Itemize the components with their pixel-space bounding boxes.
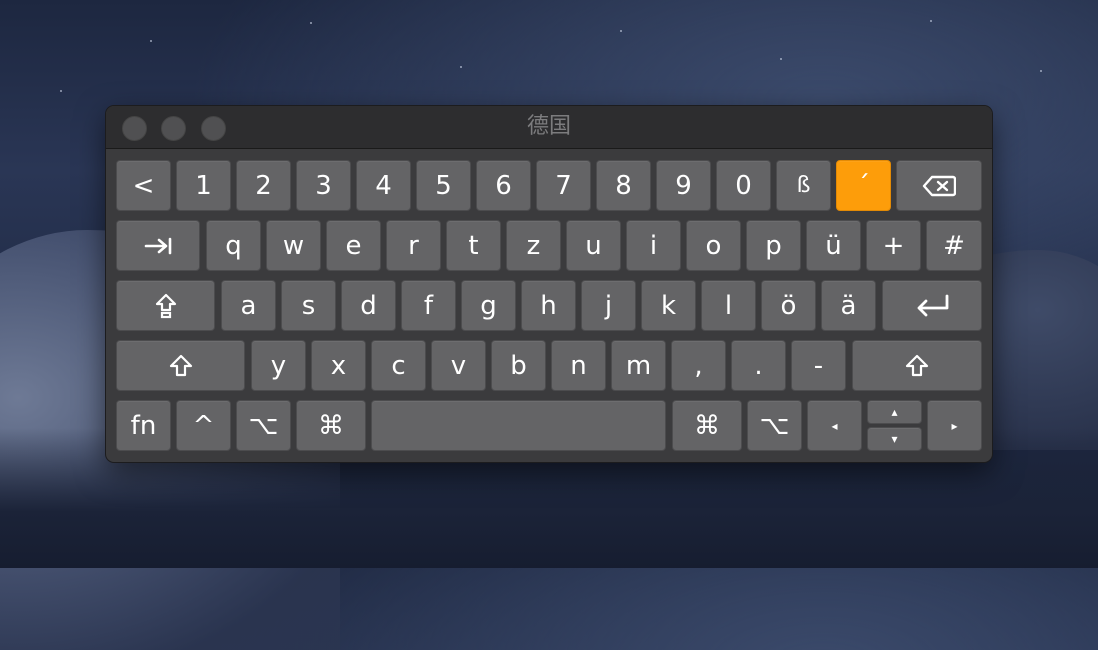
key-f[interactable]: f [401, 280, 456, 331]
key-a-umlaut[interactable]: ä [821, 280, 876, 331]
key-r[interactable]: r [386, 220, 441, 271]
title-bar: 德国 [106, 106, 992, 149]
key-i[interactable]: i [626, 220, 681, 271]
key-h[interactable]: h [521, 280, 576, 331]
key-o-umlaut[interactable]: ö [761, 280, 816, 331]
key-4[interactable]: 4 [356, 160, 411, 211]
key-0[interactable]: 0 [716, 160, 771, 211]
key-arrow-up[interactable]: ▴ [867, 400, 922, 424]
key-arrow-right[interactable]: ▸ [927, 400, 982, 451]
key-3[interactable]: 3 [296, 160, 351, 211]
key-9[interactable]: 9 [656, 160, 711, 211]
key-option-left[interactable]: ⌥ [236, 400, 291, 451]
key-arrow-left[interactable]: ◂ [807, 400, 862, 451]
key-plus[interactable]: + [866, 220, 921, 271]
key-u[interactable]: u [566, 220, 621, 271]
key-o[interactable]: o [686, 220, 741, 271]
key-fn[interactable]: fn [116, 400, 171, 451]
delete-left-icon [922, 175, 956, 197]
key-5[interactable]: 5 [416, 160, 471, 211]
key-minus[interactable]: - [791, 340, 846, 391]
key-command-right[interactable]: ⌘ [672, 400, 742, 451]
key-t[interactable]: t [446, 220, 501, 271]
key-d[interactable]: d [341, 280, 396, 331]
key-y[interactable]: y [251, 340, 306, 391]
key-arrow-down[interactable]: ▾ [867, 427, 922, 451]
key-u-umlaut[interactable]: ü [806, 220, 861, 271]
key-p[interactable]: p [746, 220, 801, 271]
tab-icon [144, 237, 172, 255]
key-acute-accent[interactable]: ´ [836, 160, 891, 211]
key-e[interactable]: e [326, 220, 381, 271]
key-2[interactable]: 2 [236, 160, 291, 211]
key-shift-left[interactable] [116, 340, 245, 391]
key-s[interactable]: s [281, 280, 336, 331]
key-v[interactable]: v [431, 340, 486, 391]
shift-icon [905, 354, 929, 378]
key-option-right[interactable]: ⌥ [747, 400, 802, 451]
key-period[interactable]: . [731, 340, 786, 391]
shift-icon [169, 354, 193, 378]
key-g[interactable]: g [461, 280, 516, 331]
keyboard-viewer-window: 德国 < 1 2 3 4 5 6 7 8 9 0 ß ´ q w e r t z [106, 106, 992, 462]
key-return[interactable] [882, 280, 982, 331]
capslock-icon [155, 293, 177, 319]
key-w[interactable]: w [266, 220, 321, 271]
key-delete[interactable] [896, 160, 982, 211]
keyboard: < 1 2 3 4 5 6 7 8 9 0 ß ´ q w e r t z u … [106, 148, 992, 462]
key-m[interactable]: m [611, 340, 666, 391]
key-capslock[interactable] [116, 280, 215, 331]
key-a[interactable]: a [221, 280, 276, 331]
key-k[interactable]: k [641, 280, 696, 331]
key-j[interactable]: j [581, 280, 636, 331]
key-8[interactable]: 8 [596, 160, 651, 211]
key-x[interactable]: x [311, 340, 366, 391]
key-7[interactable]: 7 [536, 160, 591, 211]
key-eszett[interactable]: ß [776, 160, 831, 211]
key-tab[interactable] [116, 220, 200, 271]
key-command-left[interactable]: ⌘ [296, 400, 366, 451]
key-c[interactable]: c [371, 340, 426, 391]
return-icon [913, 293, 951, 319]
key-6[interactable]: 6 [476, 160, 531, 211]
key-comma[interactable]: , [671, 340, 726, 391]
key-n[interactable]: n [551, 340, 606, 391]
key-less-than[interactable]: < [116, 160, 171, 211]
key-q[interactable]: q [206, 220, 261, 271]
key-z[interactable]: z [506, 220, 561, 271]
key-1[interactable]: 1 [176, 160, 231, 211]
key-shift-right[interactable] [852, 340, 982, 391]
key-b[interactable]: b [491, 340, 546, 391]
key-hash[interactable]: # [926, 220, 982, 271]
key-control[interactable]: ^ [176, 400, 231, 451]
window-title: 德国 [526, 114, 571, 139]
key-l[interactable]: l [701, 280, 756, 331]
key-space[interactable] [371, 400, 666, 451]
